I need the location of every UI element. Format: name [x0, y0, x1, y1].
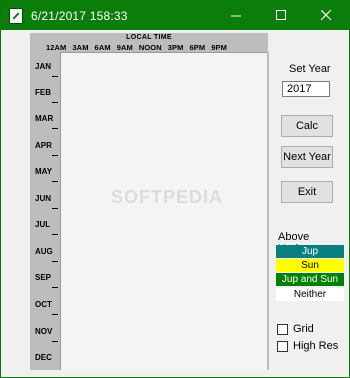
year-input[interactable]: [282, 81, 330, 97]
hour-label: 6PM: [189, 43, 206, 52]
month-label: JAN: [35, 62, 52, 71]
window-title: 6/21/2017 158:33: [31, 8, 128, 23]
next-year-button-label: Next Year: [283, 151, 331, 163]
legend-sun: Sun: [276, 259, 344, 272]
calc-button-label: Calc: [295, 120, 318, 132]
month-label: MAY: [35, 167, 53, 176]
month-tick: [52, 234, 58, 235]
month-label: JUL: [35, 220, 51, 229]
maximize-icon: [276, 10, 286, 20]
hour-label: 3AM: [72, 43, 89, 52]
plot-header: LOCAL TIME 12AM 3AM 6AM 9AM NOON 3PM 6PM 9PM: [30, 33, 268, 52]
month-tick: [52, 261, 58, 262]
month-label: MAR: [35, 114, 54, 123]
app-icon: [9, 7, 23, 24]
legend-jup-and-sun: Jup and Sun: [276, 273, 344, 286]
month-label: SEP: [35, 273, 52, 282]
legend-jup: Jup: [276, 245, 344, 258]
hour-label: 9AM: [116, 43, 133, 52]
calc-button[interactable]: Calc: [281, 115, 333, 137]
month-tick: [52, 181, 58, 182]
month-tick: [52, 128, 58, 129]
high-res-checkbox[interactable]: [277, 340, 288, 352]
grid-checkbox[interactable]: [277, 323, 288, 335]
grid-checkbox-row[interactable]: Grid: [277, 323, 314, 335]
high-res-checkbox-label: High Res: [293, 340, 339, 352]
hour-label: NOON: [138, 43, 162, 52]
month-tick: [52, 287, 58, 288]
month-label: DEC: [35, 353, 52, 362]
month-tick: [52, 208, 58, 209]
window-controls: [214, 1, 349, 30]
hour-labels: 12AM 3AM 6AM 9AM NOON 3PM 6PM 9PM: [46, 43, 233, 52]
grid-checkbox-label: Grid: [293, 323, 314, 335]
legend-neither: Neither: [276, 288, 344, 301]
month-label: NOV: [35, 327, 53, 336]
hour-label: 9PM: [211, 43, 227, 52]
next-year-button[interactable]: Next Year: [281, 146, 333, 168]
close-button[interactable]: [304, 1, 349, 30]
close-icon: [321, 10, 332, 21]
month-label: OCT: [35, 300, 52, 309]
hour-label: 12AM: [46, 43, 67, 52]
hour-label: 3PM: [167, 43, 184, 52]
hour-label: 6AM: [94, 43, 111, 52]
watermark: SOFTPEDIA: [111, 187, 224, 207]
month-axis: JAN FEB MAR APR MAY JUN JUL AUG SEP OCT …: [30, 52, 60, 370]
plot-canvas[interactable]: [60, 52, 267, 370]
month-tick: [52, 314, 58, 315]
exit-button[interactable]: Exit: [281, 181, 333, 203]
high-res-checkbox-row[interactable]: High Res: [277, 340, 338, 352]
local-time-label: LOCAL TIME: [126, 34, 172, 41]
month-label: APR: [35, 141, 52, 150]
minimize-icon: [231, 15, 241, 17]
maximize-button[interactable]: [259, 1, 304, 30]
month-label: FEB: [35, 88, 51, 97]
month-label: JUN: [35, 194, 52, 203]
title-bar[interactable]: 6/21/2017 158:33: [1, 1, 349, 30]
set-year-label: Set Year: [289, 63, 331, 75]
exit-button-label: Exit: [297, 186, 317, 198]
plot-right-border: [267, 52, 269, 370]
month-tick: [52, 76, 58, 77]
minimize-button[interactable]: [214, 1, 259, 30]
month-tick: [52, 155, 58, 156]
month-tick: [52, 102, 58, 103]
app-window: 6/21/2017 158:33 LOCAL TIME 12AM 3AM 6AM 9A…: [0, 0, 350, 378]
month-label: AUG: [35, 247, 53, 256]
month-tick: [52, 341, 58, 342]
